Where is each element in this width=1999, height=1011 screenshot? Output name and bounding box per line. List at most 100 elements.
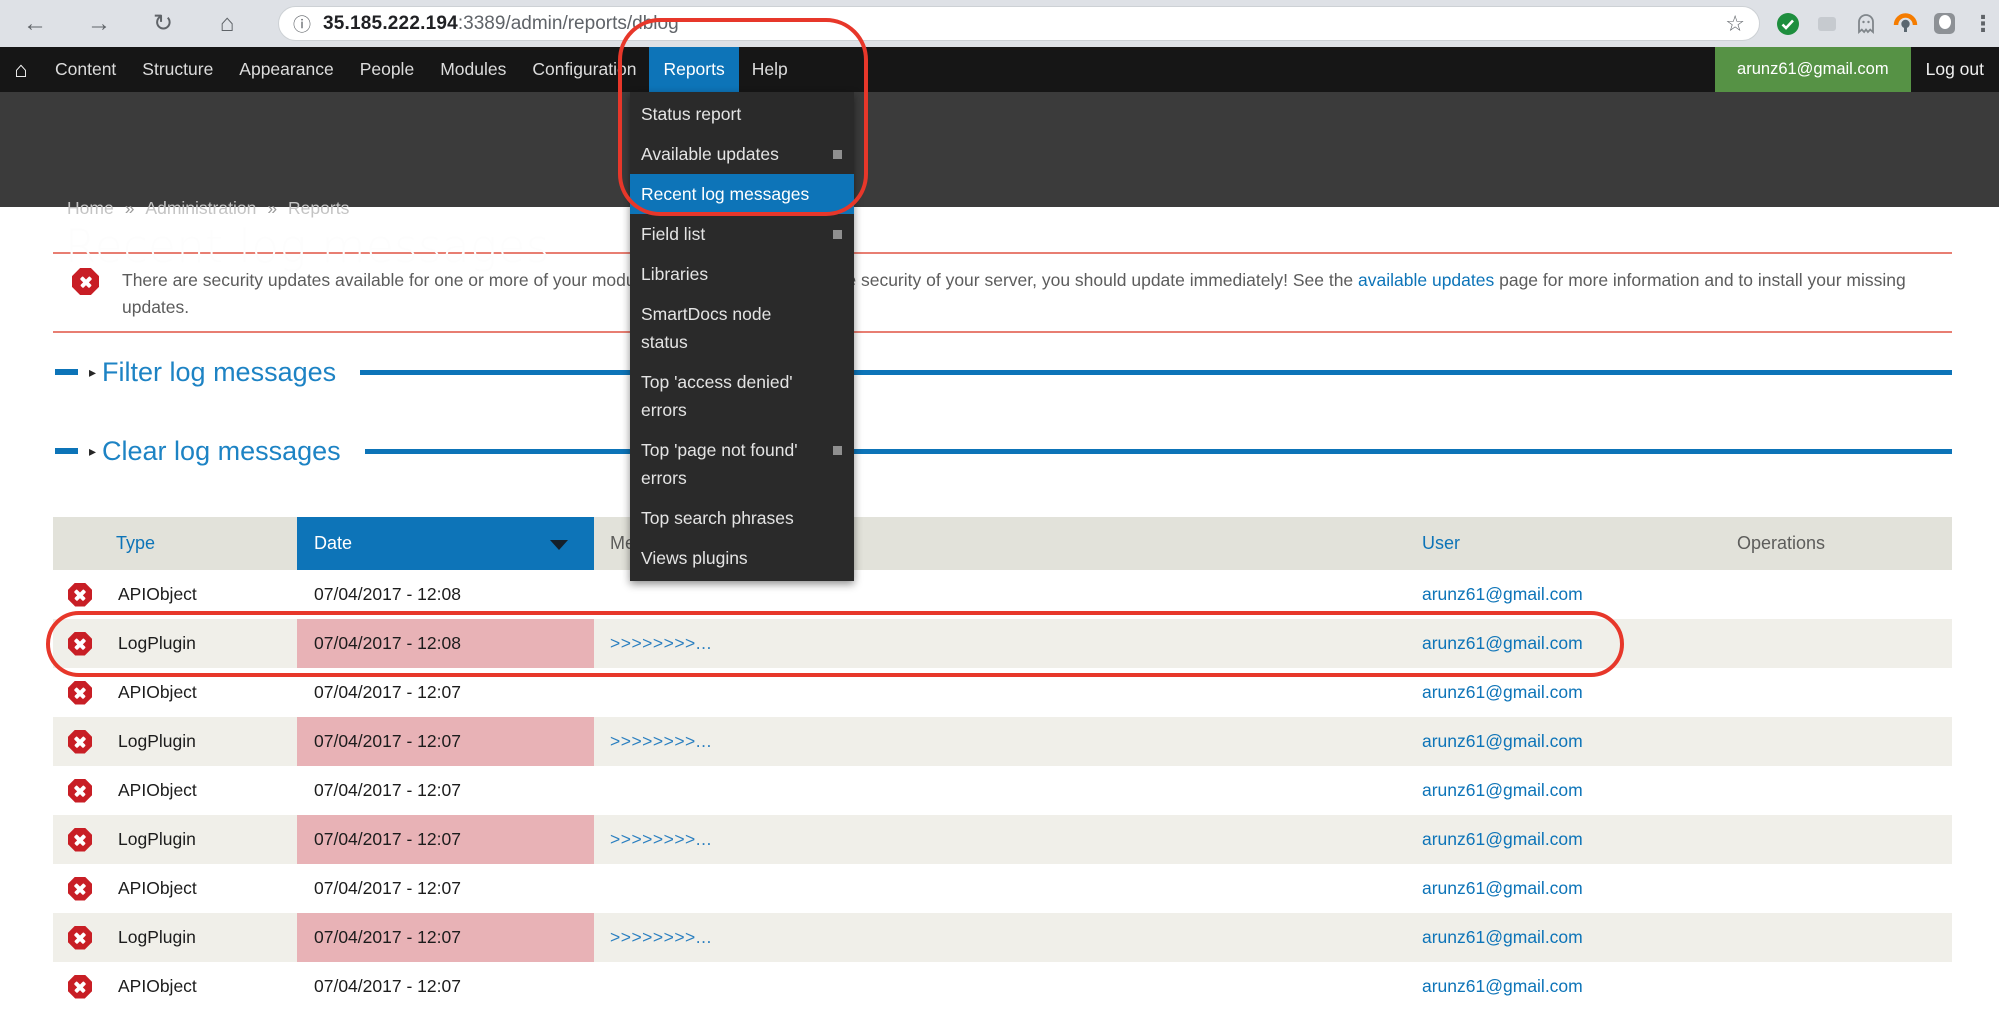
url-path: :3389/admin/reports/dblog (458, 13, 679, 35)
section-toggle-link[interactable]: Clear log messages (102, 436, 341, 467)
page-header-band: HomeAdministrationReports Recent log mes… (0, 92, 1999, 207)
log-table-row: LogPlugin 07/04/2017 - 12:07 >>>>>>>>...… (53, 717, 1952, 766)
log-table-row: APIObject 07/04/2017 - 12:07 arunz61@gma… (53, 766, 1952, 815)
menu-item-label: Libraries (641, 264, 708, 284)
url-host: 35.185.222.194 (323, 13, 458, 35)
section-rule (365, 449, 1952, 454)
log-message-link[interactable]: >>>>>>>>... (610, 731, 712, 752)
log-date: 07/04/2017 - 12:08 (297, 619, 594, 668)
log-user-link[interactable]: arunz61@gmail.com (1422, 780, 1583, 801)
log-user-link[interactable]: arunz61@gmail.com (1422, 682, 1583, 703)
menu-item-label: Views plugins (641, 548, 748, 568)
reports-dropdown-menu: Status report Available updates Recent l… (630, 92, 854, 581)
log-date: 07/04/2017 - 12:07 (297, 766, 594, 815)
log-table-row: APIObject 07/04/2017 - 12:07 arunz61@gma… (53, 962, 1952, 1011)
reload-icon[interactable]: ↻ (150, 9, 176, 38)
reports-menu-item[interactable]: Top 'access denied' errors (630, 362, 854, 430)
toolbar-menu-item[interactable]: Modules (427, 47, 519, 92)
admin-toolbar: ⌂ ContentStructureAppearancePeopleModule… (0, 47, 1999, 92)
log-type: LogPlugin (118, 829, 196, 850)
reports-menu-item[interactable]: Field list (630, 214, 854, 254)
reports-menu-item[interactable]: SmartDocs node status (630, 294, 854, 362)
date-header-label: Date (314, 533, 352, 554)
url-bar[interactable]: ⓘ 35.185.222.194 :3389/admin/reports/dbl… (278, 6, 1760, 41)
log-table-row: LogPlugin 07/04/2017 - 12:07 >>>>>>>>...… (53, 913, 1952, 962)
sort-desc-arrow-icon (550, 540, 568, 550)
reports-menu-item[interactable]: Recent log messages (630, 174, 854, 214)
toolbar-menu-item[interactable]: Appearance (226, 47, 346, 92)
log-table-row: LogPlugin 07/04/2017 - 12:07 >>>>>>>>...… (53, 815, 1952, 864)
log-user-link[interactable]: arunz61@gmail.com (1422, 584, 1583, 605)
reports-menu-item[interactable]: Available updates (630, 134, 854, 174)
toolbar-menu-item[interactable]: Help (739, 47, 801, 92)
log-table-row: APIObject 07/04/2017 - 12:07 arunz61@gma… (53, 864, 1952, 913)
log-operations (1721, 815, 1952, 864)
adblock-extension-icon[interactable] (1775, 11, 1801, 37)
browser-menu-icon[interactable]: ⋮ (1970, 11, 1996, 37)
reports-menu-item[interactable]: Status report (630, 94, 854, 134)
collapsible-section: ▸ Clear log messages (53, 431, 1952, 471)
sort-by-type-link[interactable]: Type (116, 533, 155, 554)
section-dash (55, 448, 78, 454)
toolbar-menu-item[interactable]: Structure (129, 47, 226, 92)
log-operations (1721, 864, 1952, 913)
toolbar-menu-item[interactable]: Reports (649, 47, 738, 92)
breadcrumb-link[interactable]: Administration (114, 198, 257, 218)
toolbar-menu-item[interactable]: Content (42, 47, 129, 92)
collapsed-arrow-icon[interactable]: ▸ (89, 364, 96, 381)
toolbar-home-icon[interactable]: ⌂ (0, 47, 42, 92)
log-type: APIObject (118, 584, 197, 605)
table-header-row: Type Date Message User Operations (53, 517, 1952, 570)
menu-item-label: SmartDocs node status (641, 304, 771, 352)
log-table-row: APIObject 07/04/2017 - 12:08 arunz61@gma… (53, 570, 1952, 619)
section-toggle-link[interactable]: Filter log messages (102, 357, 336, 388)
logged-in-user-badge[interactable]: arunz61@gmail.com (1715, 47, 1911, 92)
toolbar-menu-item[interactable]: Configuration (519, 47, 649, 92)
breadcrumb-link[interactable]: Reports (256, 198, 349, 218)
bookmark-star-icon[interactable]: ☆ (1725, 11, 1745, 37)
toolbar-menu-item[interactable]: People (347, 47, 428, 92)
error-severity-icon (68, 877, 92, 901)
menu-item-label: Available updates (641, 144, 779, 164)
log-user-link[interactable]: arunz61@gmail.com (1422, 878, 1583, 899)
disabled-extension-icon[interactable] (1814, 11, 1840, 37)
log-user-link[interactable]: arunz61@gmail.com (1422, 927, 1583, 948)
log-date: 07/04/2017 - 12:08 (297, 570, 594, 619)
log-messages-table: Type Date Message User Operations APIObj… (53, 517, 1952, 1011)
available-updates-link[interactable]: available updates (1358, 270, 1494, 290)
log-date: 07/04/2017 - 12:07 (297, 668, 594, 717)
screenshot-extension-icon[interactable] (1931, 11, 1957, 37)
log-message-link[interactable]: >>>>>>>>... (610, 633, 712, 654)
logout-link[interactable]: Log out (1911, 47, 1999, 92)
log-type: APIObject (118, 780, 197, 801)
menu-item-label: Status report (641, 104, 741, 124)
reports-menu-item[interactable]: Top 'page not found' errors (630, 430, 854, 498)
log-message-link[interactable]: >>>>>>>>... (610, 829, 712, 850)
back-icon[interactable]: ← (22, 10, 48, 38)
reports-menu-item[interactable]: Top search phrases (630, 498, 854, 538)
breadcrumb: HomeAdministrationReports (67, 198, 349, 219)
log-table-row: APIObject 07/04/2017 - 12:07 arunz61@gma… (53, 668, 1952, 717)
alert-text: There are security updates available for… (122, 267, 1922, 321)
home-icon[interactable]: ⌂ (214, 10, 240, 38)
log-user-link[interactable]: arunz61@gmail.com (1422, 633, 1583, 654)
menu-item-label: Recent log messages (641, 184, 809, 204)
reports-menu-item[interactable]: Views plugins (630, 538, 854, 578)
sort-by-user-link[interactable]: User (1422, 533, 1460, 554)
section-rule (360, 370, 1952, 375)
breadcrumb-link[interactable]: Home (67, 198, 114, 218)
log-message-link[interactable]: >>>>>>>>... (610, 927, 712, 948)
openvpn-extension-icon[interactable] (1892, 11, 1918, 37)
site-info-icon[interactable]: ⓘ (293, 11, 311, 37)
ghostery-extension-icon[interactable] (1853, 11, 1879, 37)
log-user-link[interactable]: arunz61@gmail.com (1422, 731, 1583, 752)
error-severity-icon (68, 583, 92, 607)
sort-by-date-header[interactable]: Date (297, 517, 594, 570)
log-type: LogPlugin (118, 731, 196, 752)
log-type: LogPlugin (118, 927, 196, 948)
log-user-link[interactable]: arunz61@gmail.com (1422, 829, 1583, 850)
reports-menu-item[interactable]: Libraries (630, 254, 854, 294)
forward-icon[interactable]: → (86, 10, 112, 38)
collapsed-arrow-icon[interactable]: ▸ (89, 443, 96, 460)
error-severity-icon (68, 730, 92, 754)
